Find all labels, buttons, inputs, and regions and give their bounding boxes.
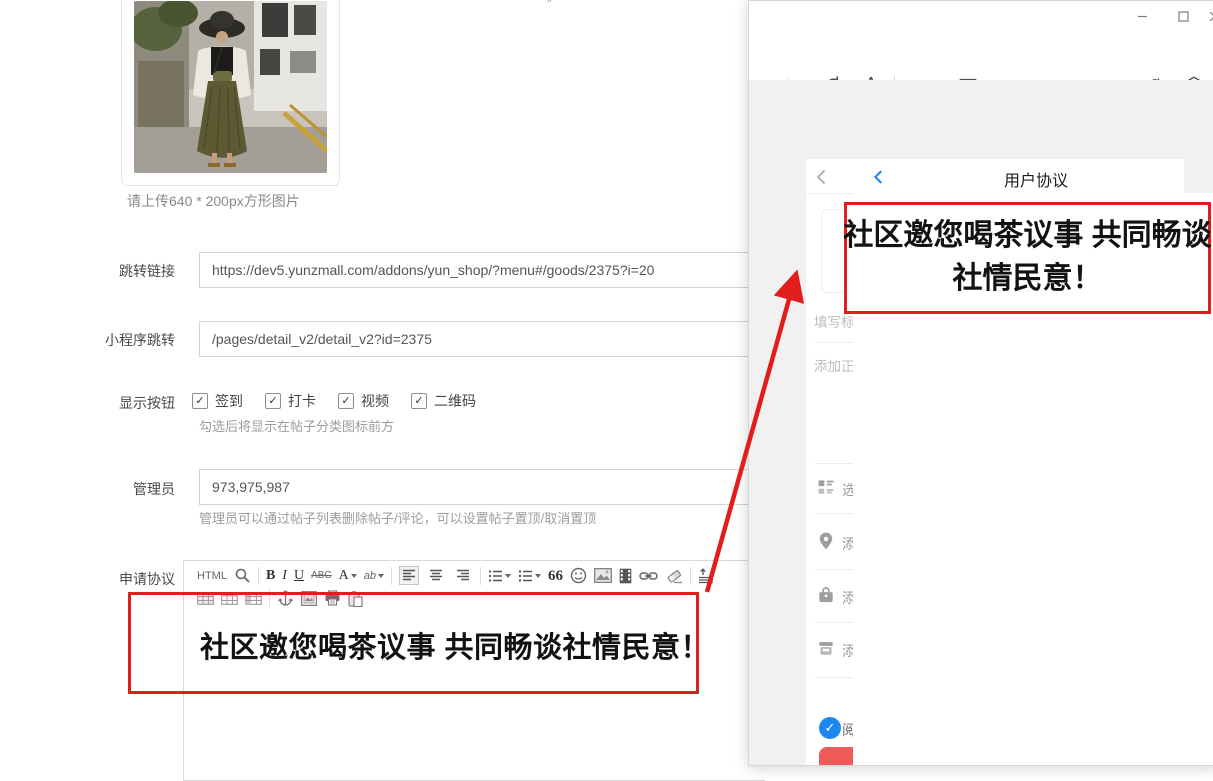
preview-window: A 用户协议 填写标题 添加正文 选 添	[748, 0, 1213, 766]
toolbar-separator	[690, 567, 691, 585]
print-button[interactable]	[324, 590, 341, 606]
chevron-down-icon	[351, 574, 357, 578]
close-icon[interactable]	[1205, 7, 1213, 25]
toolbar-separator	[258, 567, 259, 585]
screenshot-root: 请上传640 * 200px方形图片 ” 跳转链接 https://dev5.y…	[0, 0, 1213, 781]
align-right-button[interactable]	[453, 566, 473, 585]
editor-content[interactable]: 社区邀您喝茶议事 共同畅谈社情民意！	[184, 610, 765, 666]
phone-viewport: 用户协议 填写标题 添加正文 选 添 添 添 ✓	[806, 159, 1184, 766]
highlight-button[interactable]: ab	[364, 567, 384, 585]
toolbar-separator	[480, 567, 481, 585]
miniapp-jump-label: 小程序跳转	[95, 330, 175, 350]
agreement-check-icon[interactable]: ✓	[819, 717, 841, 739]
admins-input[interactable]: 973,975,987	[199, 469, 760, 505]
font-color-button[interactable]: A	[339, 567, 357, 585]
annotation-text-line2: 社情民意！	[953, 258, 1103, 301]
fashion-photo	[134, 1, 327, 173]
paste-button[interactable]	[348, 590, 363, 607]
miniapp-jump-input[interactable]: /pages/detail_v2/detail_v2?id=2375	[199, 321, 760, 357]
italic-button[interactable]: I	[282, 567, 287, 585]
location-icon[interactable]	[816, 531, 836, 556]
insert-image-button[interactable]	[594, 568, 612, 583]
checkbox-icon[interactable]: ✓	[411, 393, 427, 409]
checkbox-label: 视频	[361, 391, 389, 411]
toolbar-separator	[391, 567, 392, 585]
insert-link-button[interactable]	[639, 570, 658, 582]
insert-frame-button[interactable]	[301, 591, 317, 606]
store-icon[interactable]	[816, 638, 836, 663]
preview-icon[interactable]	[234, 567, 251, 584]
underline-button[interactable]: U	[294, 567, 304, 585]
checkbox-shipin[interactable]: ✓ 视频	[338, 391, 389, 411]
simulator-body: 用户协议 填写标题 添加正文 选 添 添 添 ✓	[749, 80, 1213, 766]
table-grid-button[interactable]	[245, 592, 262, 605]
ordered-list-button[interactable]	[488, 569, 511, 583]
show-buttons-group: ✓ 签到 ✓ 打卡 ✓ 视频 ✓ 二维码	[192, 391, 476, 411]
checkbox-icon[interactable]: ✓	[192, 393, 208, 409]
strikethrough-button[interactable]: ABC	[311, 567, 332, 585]
checkbox-qiandao[interactable]: ✓ 签到	[192, 391, 243, 411]
table-style-button[interactable]	[221, 592, 238, 605]
checkbox-erweima[interactable]: ✓ 二维码	[411, 391, 476, 411]
page-title: 用户协议	[886, 167, 1186, 191]
anchor-button[interactable]	[277, 590, 294, 607]
checkbox-label: 二维码	[434, 391, 476, 411]
insert-table-button[interactable]	[197, 592, 214, 605]
blockquote-button[interactable]: 66	[548, 567, 563, 585]
jump-link-label: 跳转链接	[95, 261, 175, 281]
insert-video-button[interactable]	[619, 568, 632, 584]
checkbox-daka[interactable]: ✓ 打卡	[265, 391, 316, 411]
editor-toolbar-row1: HTML B I U ABC A ab 66	[184, 561, 765, 588]
align-left-button[interactable]	[399, 566, 419, 585]
window-toolbar: A	[749, 31, 1213, 81]
jump-link-input[interactable]: https://dev5.yunzmall.com/addons/yun_sho…	[199, 252, 760, 288]
show-buttons-help: 勾选后将显示在帖子分类图标前方	[199, 416, 394, 435]
toolbar-separator	[269, 589, 270, 607]
back-chevron-grey-icon[interactable]	[812, 167, 832, 192]
html-source-button[interactable]: HTML	[197, 567, 227, 585]
annotation-text-line1: 社区邀您喝茶议事 共同畅谈	[843, 215, 1211, 258]
editor-toolbar-row2	[184, 588, 765, 610]
show-buttons-label: 显示按钮	[95, 393, 175, 413]
checkbox-label: 签到	[215, 391, 243, 411]
agreement-label: 申请协议	[95, 569, 175, 589]
checkbox-icon[interactable]: ✓	[338, 393, 354, 409]
annotation-box-right: 社区邀您喝茶议事 共同畅谈 社情民意！	[844, 202, 1211, 314]
remove-format-button[interactable]	[665, 568, 683, 584]
unordered-list-button[interactable]	[518, 569, 541, 583]
chevron-down-icon	[535, 574, 541, 578]
chevron-down-icon	[505, 574, 511, 578]
window-titlebar[interactable]	[749, 1, 1213, 31]
checkbox-label: 打卡	[288, 391, 316, 411]
checkbox-icon[interactable]: ✓	[265, 393, 281, 409]
richtext-editor: HTML B I U ABC A ab 66	[183, 560, 765, 781]
goods-icon[interactable]	[816, 585, 836, 610]
bold-button[interactable]: B	[266, 567, 275, 585]
chevron-down-icon	[378, 574, 384, 578]
cropped-element: ”	[547, 0, 551, 11]
admins-help: 管理员可以通过帖子列表删除帖子/评论，可以设置帖子置顶/取消置顶	[199, 508, 596, 527]
emoji-button[interactable]	[570, 567, 587, 584]
minimize-icon[interactable]	[1133, 7, 1151, 25]
category-icon[interactable]	[816, 477, 836, 502]
admins-label: 管理员	[95, 479, 175, 499]
align-center-button[interactable]	[426, 566, 446, 585]
maximize-icon[interactable]	[1174, 7, 1192, 25]
upload-hint: 请上传640 * 200px方形图片	[127, 191, 300, 211]
indent-button[interactable]	[698, 568, 714, 584]
image-upload-card[interactable]	[121, 0, 340, 186]
